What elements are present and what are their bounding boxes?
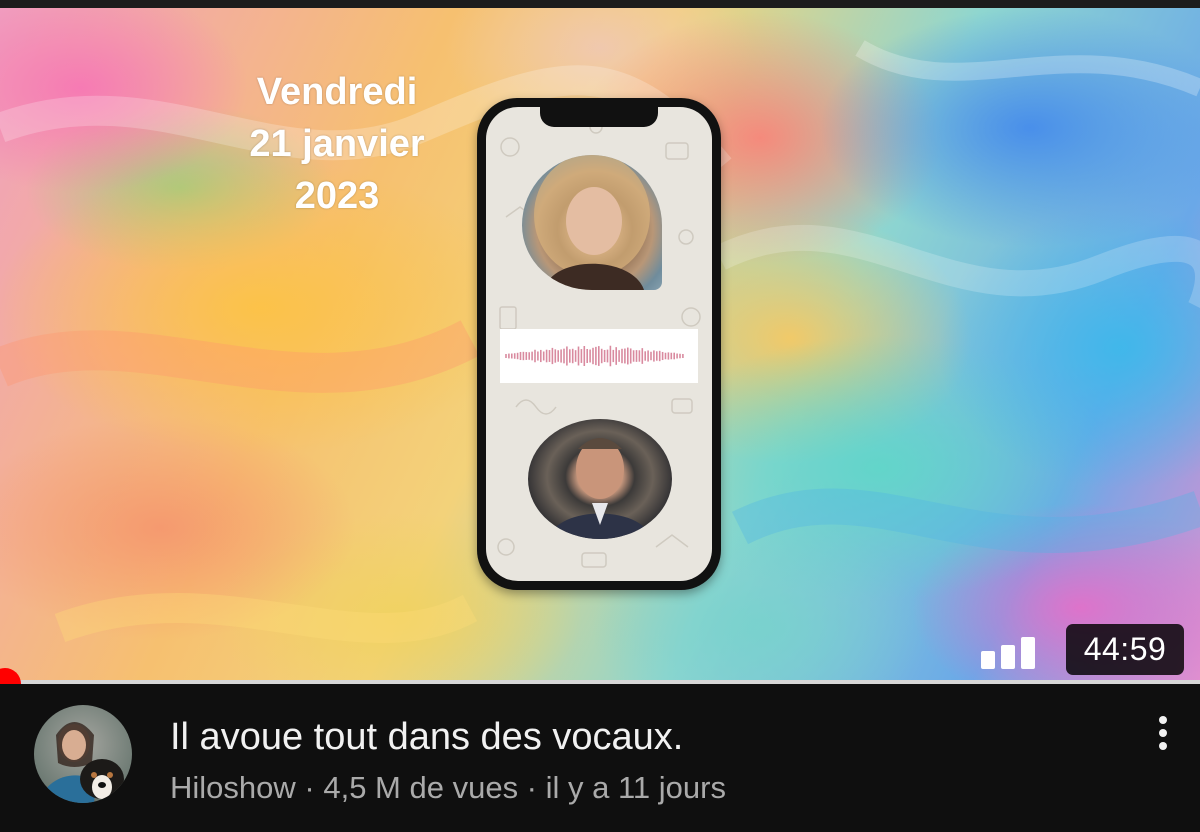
- date-overlay: Vendredi 21 janvier 2023: [232, 66, 442, 222]
- contact-photo-man: [528, 419, 672, 539]
- date-line-year: 2023: [294, 175, 380, 217]
- bar-chart-icon: [981, 637, 1037, 669]
- video-info: Il avoue tout dans des vocaux. Hiloshow …: [0, 684, 1200, 832]
- voice-message-waveform: [500, 329, 698, 383]
- upload-age: il y a 11 jours: [545, 770, 726, 805]
- meta-separator: ·: [518, 770, 546, 805]
- video-thumbnail[interactable]: Vendredi 21 janvier 2023 44:59: [0, 8, 1200, 680]
- avatar-image: [40, 722, 124, 803]
- contact-photo-woman: [522, 155, 662, 290]
- channel-name[interactable]: Hiloshow: [170, 770, 296, 805]
- duration-badge: 44:59: [1066, 624, 1184, 675]
- top-bar: [0, 0, 1200, 8]
- more-vertical-icon[interactable]: [1140, 710, 1186, 756]
- channel-avatar[interactable]: [34, 705, 132, 803]
- date-line-day: Vendredi: [256, 71, 418, 113]
- phone-screen: [486, 107, 712, 581]
- phone-notch: [540, 107, 658, 127]
- video-metadata: Hiloshow · 4,5 M de vues · il y a 11 jou…: [170, 770, 726, 806]
- date-line-date: 21 janvier: [249, 123, 425, 165]
- meta-separator: ·: [295, 770, 324, 805]
- video-title[interactable]: Il avoue tout dans des vocaux.: [170, 714, 683, 760]
- phone-illustration: [477, 98, 721, 590]
- view-count: 4,5 M de vues: [323, 770, 519, 805]
